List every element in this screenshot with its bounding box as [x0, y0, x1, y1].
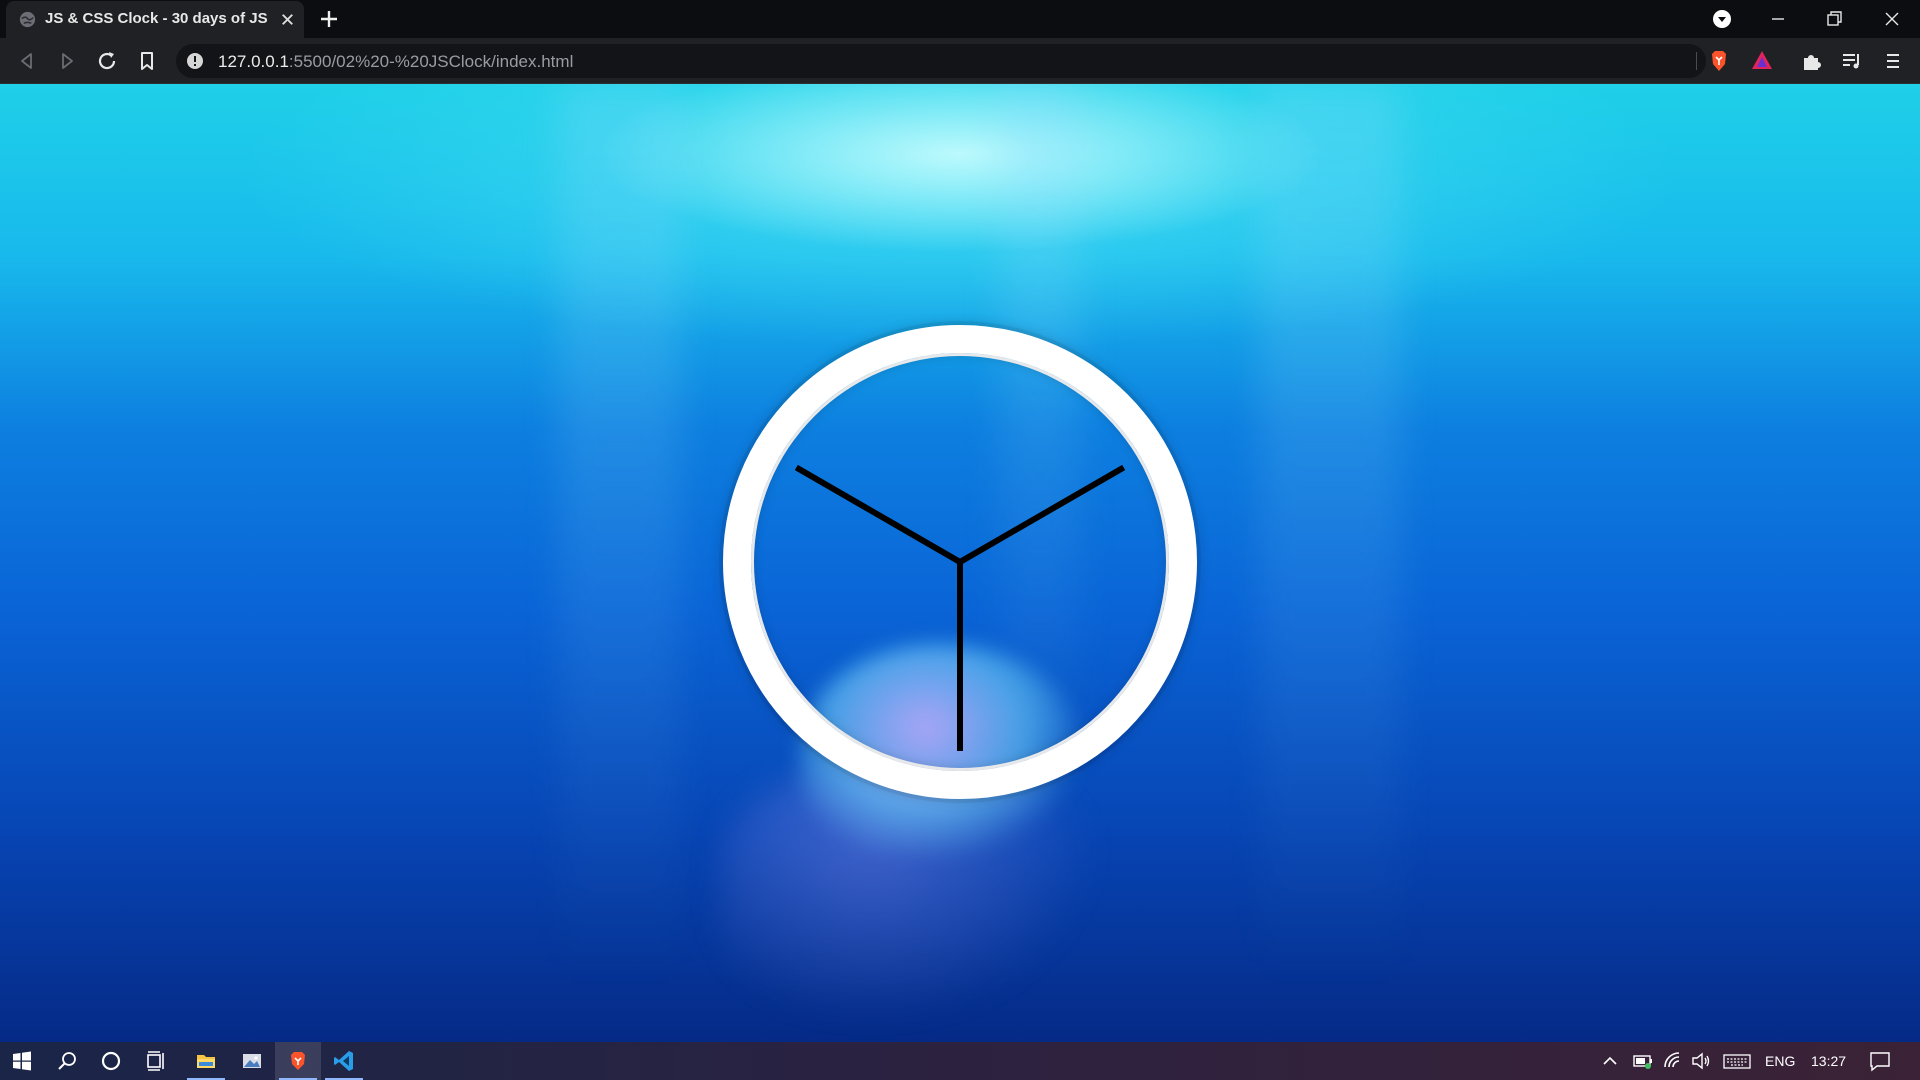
profile-dropdown-icon[interactable] [1708, 6, 1736, 32]
bookmark-icon[interactable] [134, 48, 160, 74]
menu-icon[interactable] [1880, 48, 1906, 74]
restore-icon[interactable] [1820, 6, 1848, 32]
reload-icon[interactable] [94, 48, 120, 74]
browser-tab[interactable]: JS & CSS Clock - 30 days of JS [6, 1, 304, 38]
minimize-icon[interactable] [1764, 6, 1792, 32]
search-icon[interactable] [55, 1049, 79, 1073]
browser-toolbar: 127.0.0.1:5500/02%20-%20JSClock/index.ht… [0, 38, 1920, 84]
windows-taskbar: ENG 13:27 [0, 1042, 1920, 1080]
windows-start-icon[interactable] [10, 1049, 34, 1073]
back-icon[interactable] [14, 48, 40, 74]
address-bar[interactable]: 127.0.0.1:5500/02%20-%20JSClock/index.ht… [176, 44, 1706, 78]
taskbar-app-brave[interactable] [275, 1042, 321, 1080]
file-explorer-icon [197, 1055, 215, 1068]
brave-shield-icon[interactable] [1706, 48, 1732, 74]
url-text[interactable]: 127.0.0.1:5500/02%20-%20JSClock/index.ht… [218, 52, 573, 72]
clock [723, 325, 1197, 799]
keyboard-icon[interactable] [1722, 1049, 1752, 1073]
taskbar-clock[interactable]: 13:27 [1811, 1053, 1846, 1069]
tab-title: JS & CSS Clock - 30 days of JS [45, 10, 268, 27]
url-host: 127.0.0.1 [218, 52, 289, 71]
light-ray [560, 84, 680, 984]
browser-tabstrip: JS & CSS Clock - 30 days of JS [0, 0, 1920, 38]
wifi-icon[interactable] [1661, 1049, 1685, 1073]
window-close-icon[interactable] [1878, 6, 1906, 32]
extensions-icon[interactable] [1799, 48, 1825, 74]
playlist-icon[interactable] [1839, 48, 1865, 74]
close-icon[interactable] [278, 10, 297, 29]
plus-icon[interactable] [318, 8, 340, 30]
brave-rewards-icon[interactable] [1749, 48, 1775, 74]
taskbar-app-file-explorer[interactable] [183, 1042, 229, 1080]
forward-icon[interactable] [54, 48, 80, 74]
notification-icon[interactable] [1868, 1049, 1892, 1073]
brave-icon [291, 1052, 305, 1070]
task-view-icon[interactable] [144, 1049, 168, 1073]
globe-icon [19, 11, 36, 28]
chevron-up-icon[interactable] [1601, 1049, 1619, 1073]
cortana-icon[interactable] [99, 1049, 123, 1073]
info-icon[interactable] [186, 52, 204, 70]
light-ray [1260, 84, 1400, 984]
vscode-icon [334, 1051, 353, 1071]
minute-hand [958, 464, 1126, 565]
hour-hand [794, 464, 962, 565]
url-path: :5500/02%20-%20JSClock/index.html [288, 52, 574, 71]
second-hand [957, 562, 963, 751]
clock-face [751, 353, 1169, 771]
taskbar-app-vscode[interactable] [321, 1042, 367, 1080]
language-indicator[interactable]: ENG [1765, 1053, 1795, 1069]
omnibox-divider [1696, 52, 1697, 70]
battery-icon[interactable] [1631, 1049, 1655, 1073]
photos-icon [243, 1054, 261, 1068]
page-background [0, 84, 1920, 1042]
volume-icon[interactable] [1689, 1049, 1713, 1073]
taskbar-app-photos[interactable] [229, 1042, 275, 1080]
